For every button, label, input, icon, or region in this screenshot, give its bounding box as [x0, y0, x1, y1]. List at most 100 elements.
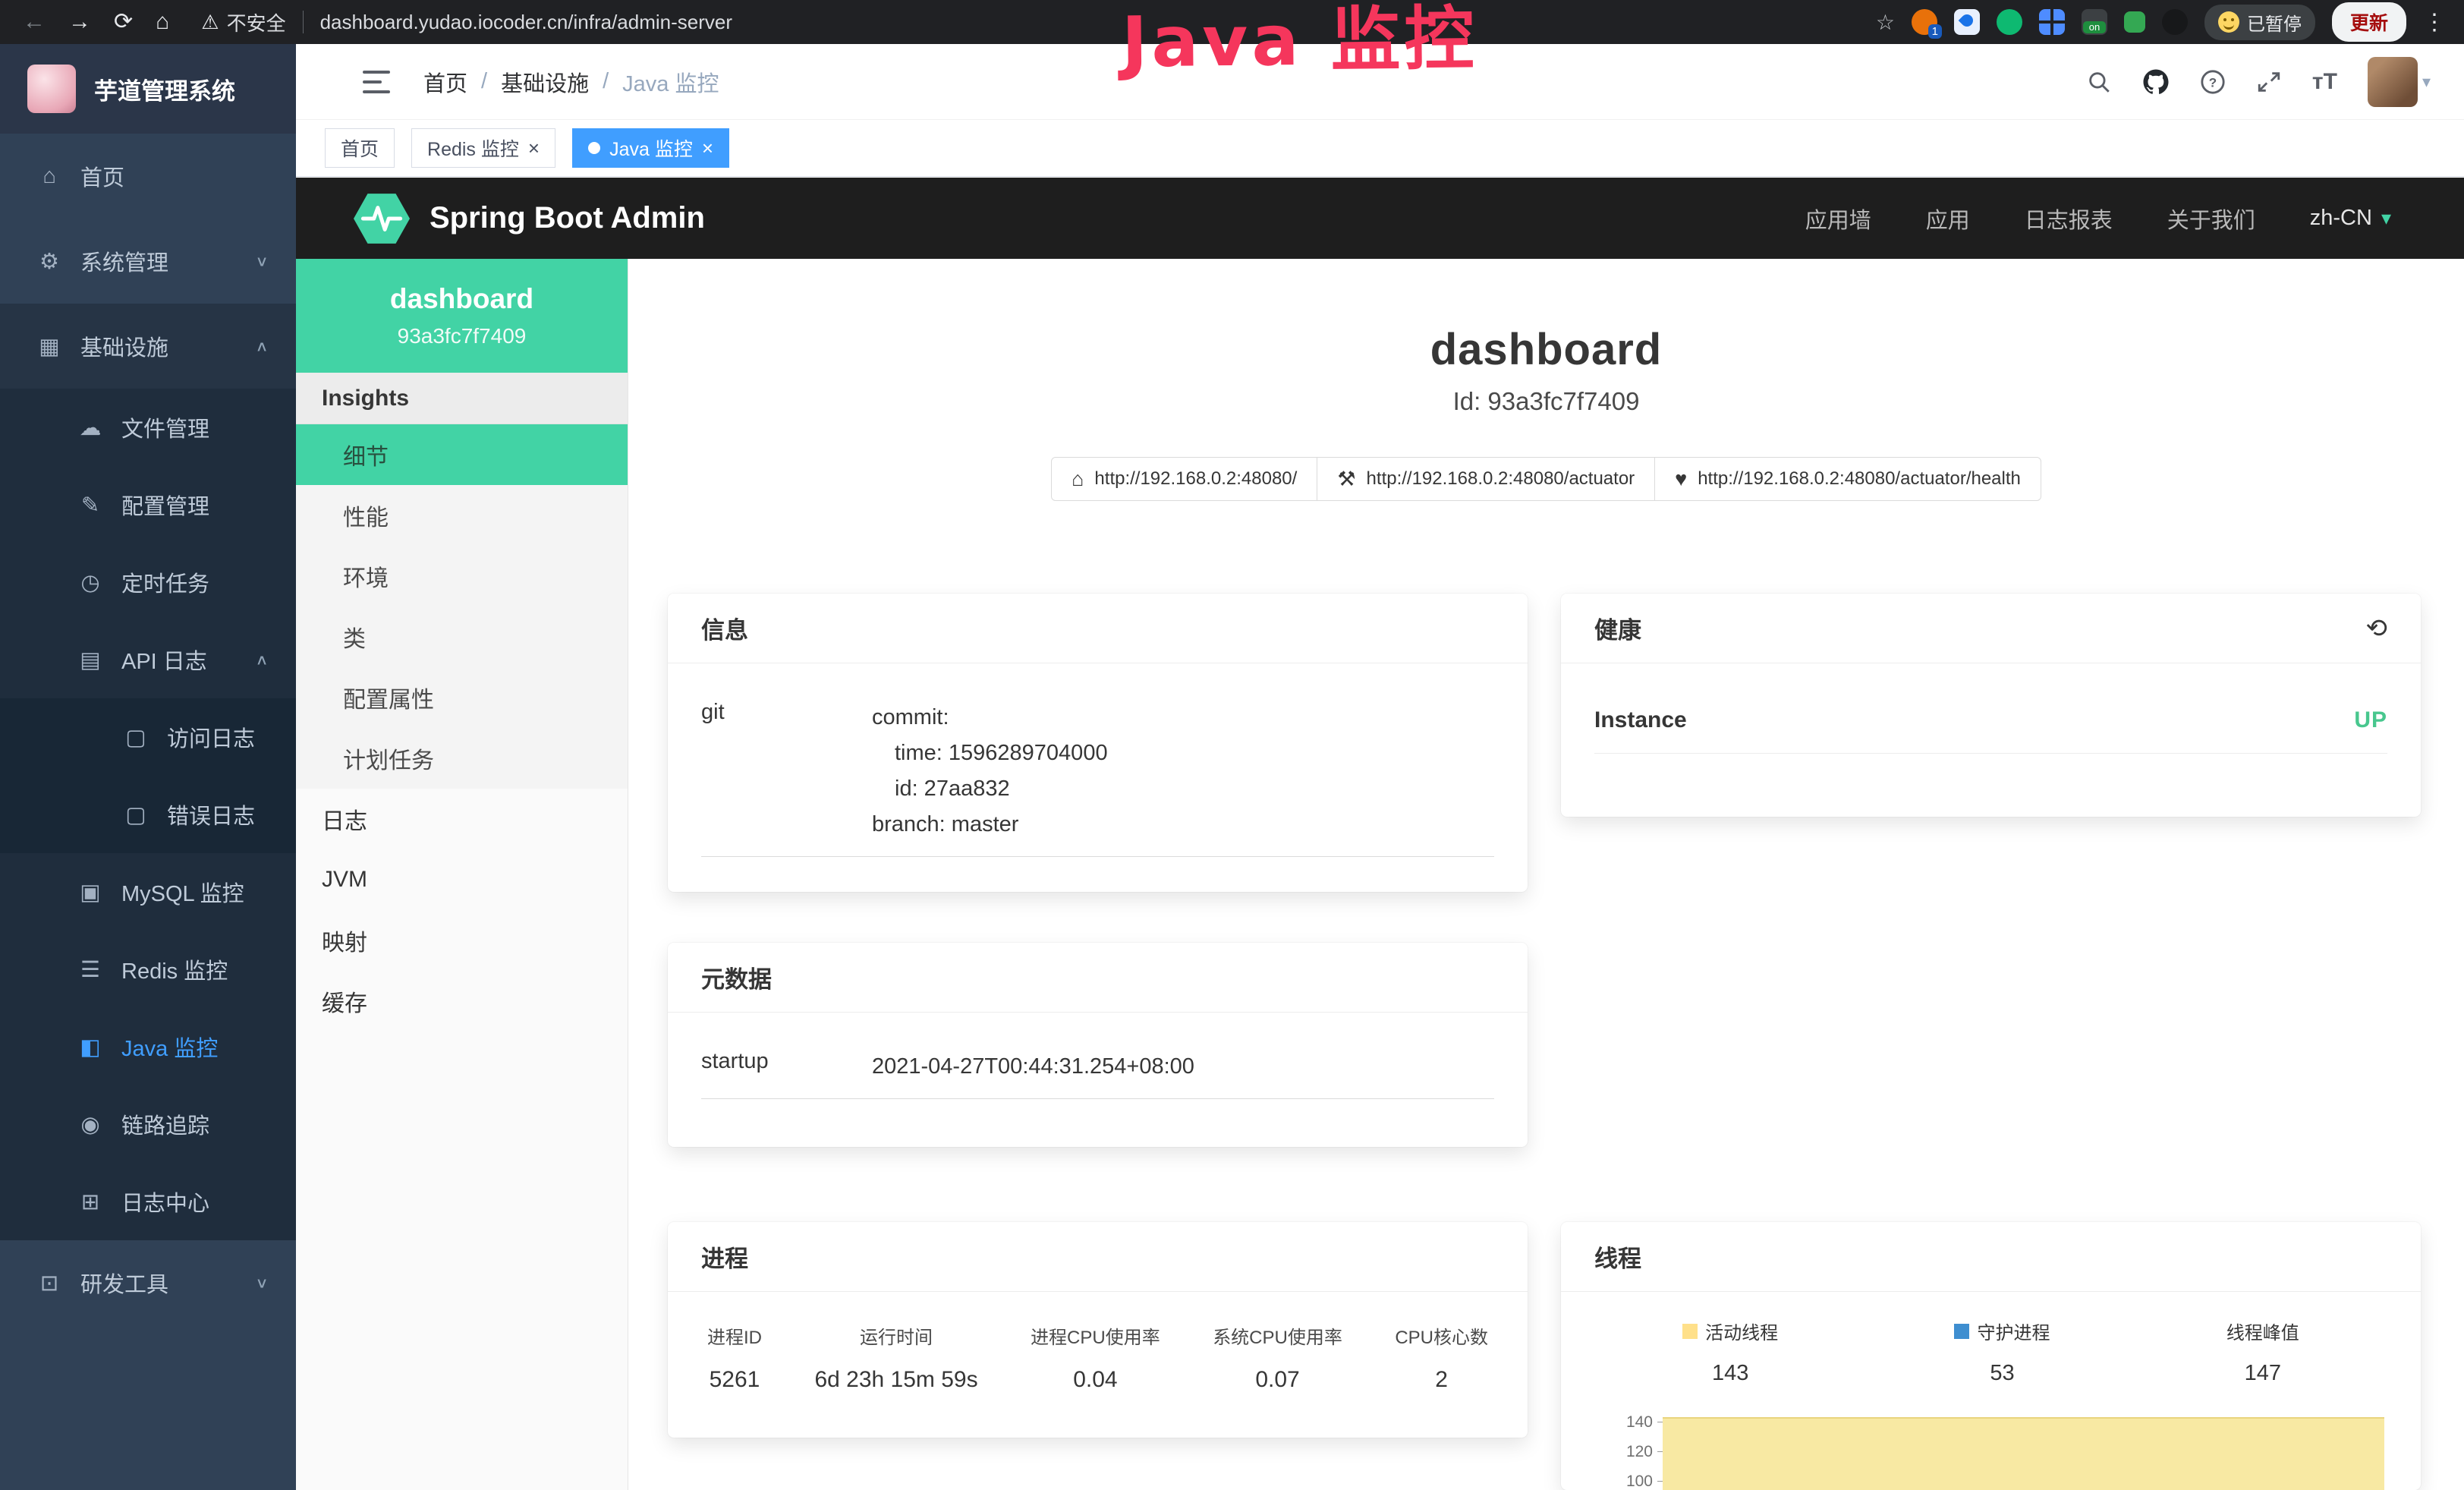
user-avatar[interactable]: ▾ [2368, 57, 2431, 107]
extension-icon-1[interactable]: 1 [1912, 9, 1937, 35]
tab-java-monitor[interactable]: Java 监控 × [572, 128, 729, 168]
sidebar-item-redis-monitor[interactable]: ☰ Redis 监控 [0, 931, 296, 1008]
heart-icon: ♥ [1675, 468, 1687, 491]
breadcrumb-home[interactable]: 首页 [423, 66, 467, 98]
logo-avatar-image [27, 65, 76, 113]
browser-home-icon[interactable]: ⌂ [156, 11, 169, 33]
sidebar-item-system[interactable]: ⚙ 系统管理 ∨ [0, 219, 296, 304]
sidebar-item-label: Java 监控 [121, 1031, 218, 1063]
sidebar-item-performance[interactable]: 性能 [296, 485, 628, 546]
paused-badge[interactable]: 已暂停 [2204, 5, 2315, 40]
sidebar-menu: ⌂ 首页 ⚙ 系统管理 ∨ ▦ 基础设施 ∧ ☁ 文件管理 ✎ 配置管 [0, 134, 296, 1325]
actuator-url-link[interactable]: ⚒ http://192.168.0.2:48080/actuator [1317, 457, 1655, 501]
sidebar-item-log-center[interactable]: ⊞ 日志中心 [0, 1163, 296, 1240]
sidebar-item-label: API 日志 [121, 644, 207, 676]
close-icon[interactable]: × [702, 138, 713, 158]
fullscreen-icon[interactable] [2256, 69, 2282, 95]
search-icon[interactable] [2086, 69, 2112, 95]
extension-icon-7[interactable] [2162, 9, 2188, 35]
sidebar-item-label: 日志中心 [121, 1186, 209, 1218]
sidebar-item-config-management[interactable]: ✎ 配置管理 [0, 466, 296, 543]
sidebar-item-infrastructure[interactable]: ▦ 基础设施 ∧ [0, 304, 296, 389]
chevron-up-icon: ∧ [255, 337, 269, 354]
sba-nav-applications[interactable]: 应用 [1926, 203, 1970, 235]
chrome-toolbar: ☆ 1 on 已暂停 更新 ⋮ [1876, 2, 2464, 42]
sidebar-item-error-logs[interactable]: ▢ 错误日志 [0, 776, 296, 853]
on-chip: on [2083, 21, 2106, 33]
link-label: http://192.168.0.2:48080/actuator [1367, 468, 1635, 490]
metadata-value: 2021-04-27T00:44:31.254+08:00 [872, 1049, 1194, 1085]
tab-home[interactable]: 首页 [325, 128, 395, 168]
sba-nav-about[interactable]: 关于我们 [2167, 203, 2255, 235]
close-icon[interactable]: × [528, 138, 540, 158]
sidebar-item-home[interactable]: ⌂ 首页 [0, 134, 296, 219]
info-line: id: 27aa832 [872, 771, 1108, 807]
service-url-link[interactable]: ⌂ http://192.168.0.2:48080/ [1051, 457, 1317, 501]
health-url-link[interactable]: ♥ http://192.168.0.2:48080/actuator/heal… [1654, 457, 2041, 501]
reload-icon[interactable]: ⟳ [114, 11, 133, 33]
github-icon[interactable] [2142, 68, 2170, 96]
card-title: 元数据 [701, 960, 772, 994]
info-line: branch: master [872, 807, 1108, 843]
chrome-menu-icon[interactable]: ⋮ [2423, 9, 2446, 36]
breadcrumb-infra[interactable]: 基础设施 [501, 66, 589, 98]
sidebar-item-scheduled[interactable]: 计划任务 [296, 728, 628, 789]
chart-area-series [1663, 1417, 2384, 1490]
sba-nav-journal[interactable]: 日志报表 [2025, 203, 2113, 235]
sidebar-item-link-tracing[interactable]: ◉ 链路追踪 [0, 1085, 296, 1163]
sidebar-item-details[interactable]: 细节 [296, 424, 628, 485]
extension-icon-5[interactable]: on [2082, 9, 2107, 35]
smiley-icon [2218, 11, 2239, 33]
card-body: git commit: time: 1596289704000 id: 27aa… [668, 663, 1528, 877]
sidebar-item-java-monitor[interactable]: ◧ Java 监控 [0, 1008, 296, 1085]
sidebar-item-mysql-monitor[interactable]: ▣ MySQL 监控 [0, 853, 296, 931]
sidebar-item-logs[interactable]: 日志 [296, 789, 628, 849]
font-size-icon[interactable]: тT [2312, 69, 2337, 95]
card-body: startup 2021-04-27T00:44:31.254+08:00 [668, 1013, 1528, 1119]
sba-nav-wallboard[interactable]: 应用墙 [1805, 203, 1871, 235]
security-label[interactable]: 不安全 [227, 8, 286, 36]
link-label: http://192.168.0.2:48080/actuator/health [1698, 468, 2021, 490]
sba-language-selector[interactable]: zh-CN ▾ [2310, 206, 2391, 231]
sidebar-item-classes[interactable]: 类 [296, 606, 628, 667]
forward-icon[interactable]: → [68, 11, 91, 33]
sidebar-item-file-management[interactable]: ☁ 文件管理 [0, 389, 296, 466]
legend-swatch-blue [1954, 1324, 1969, 1339]
sidebar-item-access-logs[interactable]: ▢ 访问日志 [0, 698, 296, 776]
hamburger-icon[interactable] [363, 71, 390, 93]
stat-process-cpu: 进程CPU使用率 0.04 [1031, 1322, 1160, 1393]
extension-icon-6[interactable] [2124, 11, 2145, 33]
sidebar-item-caches[interactable]: 缓存 [296, 971, 628, 1032]
address-divider [303, 11, 304, 33]
sidebar-item-config-props[interactable]: 配置属性 [296, 667, 628, 728]
url-text[interactable]: dashboard.yudao.iocoder.cn/infra/admin-s… [320, 11, 732, 34]
extension-icon-2[interactable] [1954, 9, 1980, 35]
bookmark-star-icon[interactable]: ☆ [1876, 10, 1895, 35]
update-button[interactable]: 更新 [2332, 2, 2406, 42]
sidebar-item-label: 配置管理 [121, 489, 209, 521]
instance-header[interactable]: dashboard 93a3fc7f7409 [296, 259, 628, 373]
tab-label: Redis 监控 [427, 134, 519, 162]
sidebar-item-scheduled-tasks[interactable]: ◷ 定时任务 [0, 543, 296, 621]
history-icon[interactable]: ⟲ [2366, 613, 2388, 644]
page-title: dashboard [628, 324, 2464, 375]
sidebar-item-environment[interactable]: 环境 [296, 546, 628, 606]
legend-label: 守护进程 [1977, 1318, 2050, 1344]
y-tick: 120 [1626, 1437, 1663, 1466]
extension-icon-3[interactable] [1997, 9, 2022, 35]
sidebar-item-jvm[interactable]: JVM [296, 849, 628, 910]
tab-redis-monitor[interactable]: Redis 监控 × [411, 128, 555, 168]
address-bar[interactable]: ⚠ 不安全 dashboard.yudao.iocoder.cn/infra/a… [201, 8, 732, 36]
metadata-key: startup [701, 1049, 872, 1085]
sidebar-item-devtools[interactable]: ⊡ 研发工具 ∨ [0, 1240, 296, 1325]
insights-section-label: Insights [296, 373, 628, 424]
extension-icon-4[interactable] [2039, 9, 2065, 35]
sidebar-item-label: 文件管理 [121, 411, 209, 443]
process-card: 进程 进程ID 5261 运行时间 6d 23h 15m 59s 进程CPU使用… [668, 1222, 1528, 1438]
sidebar-item-api-logs[interactable]: ▤ API 日志 ∧ [0, 621, 296, 698]
legend-daemon-threads: 守护进程 53 [1954, 1318, 2050, 1386]
help-icon[interactable]: ? [2200, 69, 2226, 95]
back-icon[interactable]: ← [23, 11, 46, 33]
app-logo[interactable]: 芋道管理系统 [0, 44, 296, 134]
sidebar-item-mappings[interactable]: 映射 [296, 910, 628, 971]
